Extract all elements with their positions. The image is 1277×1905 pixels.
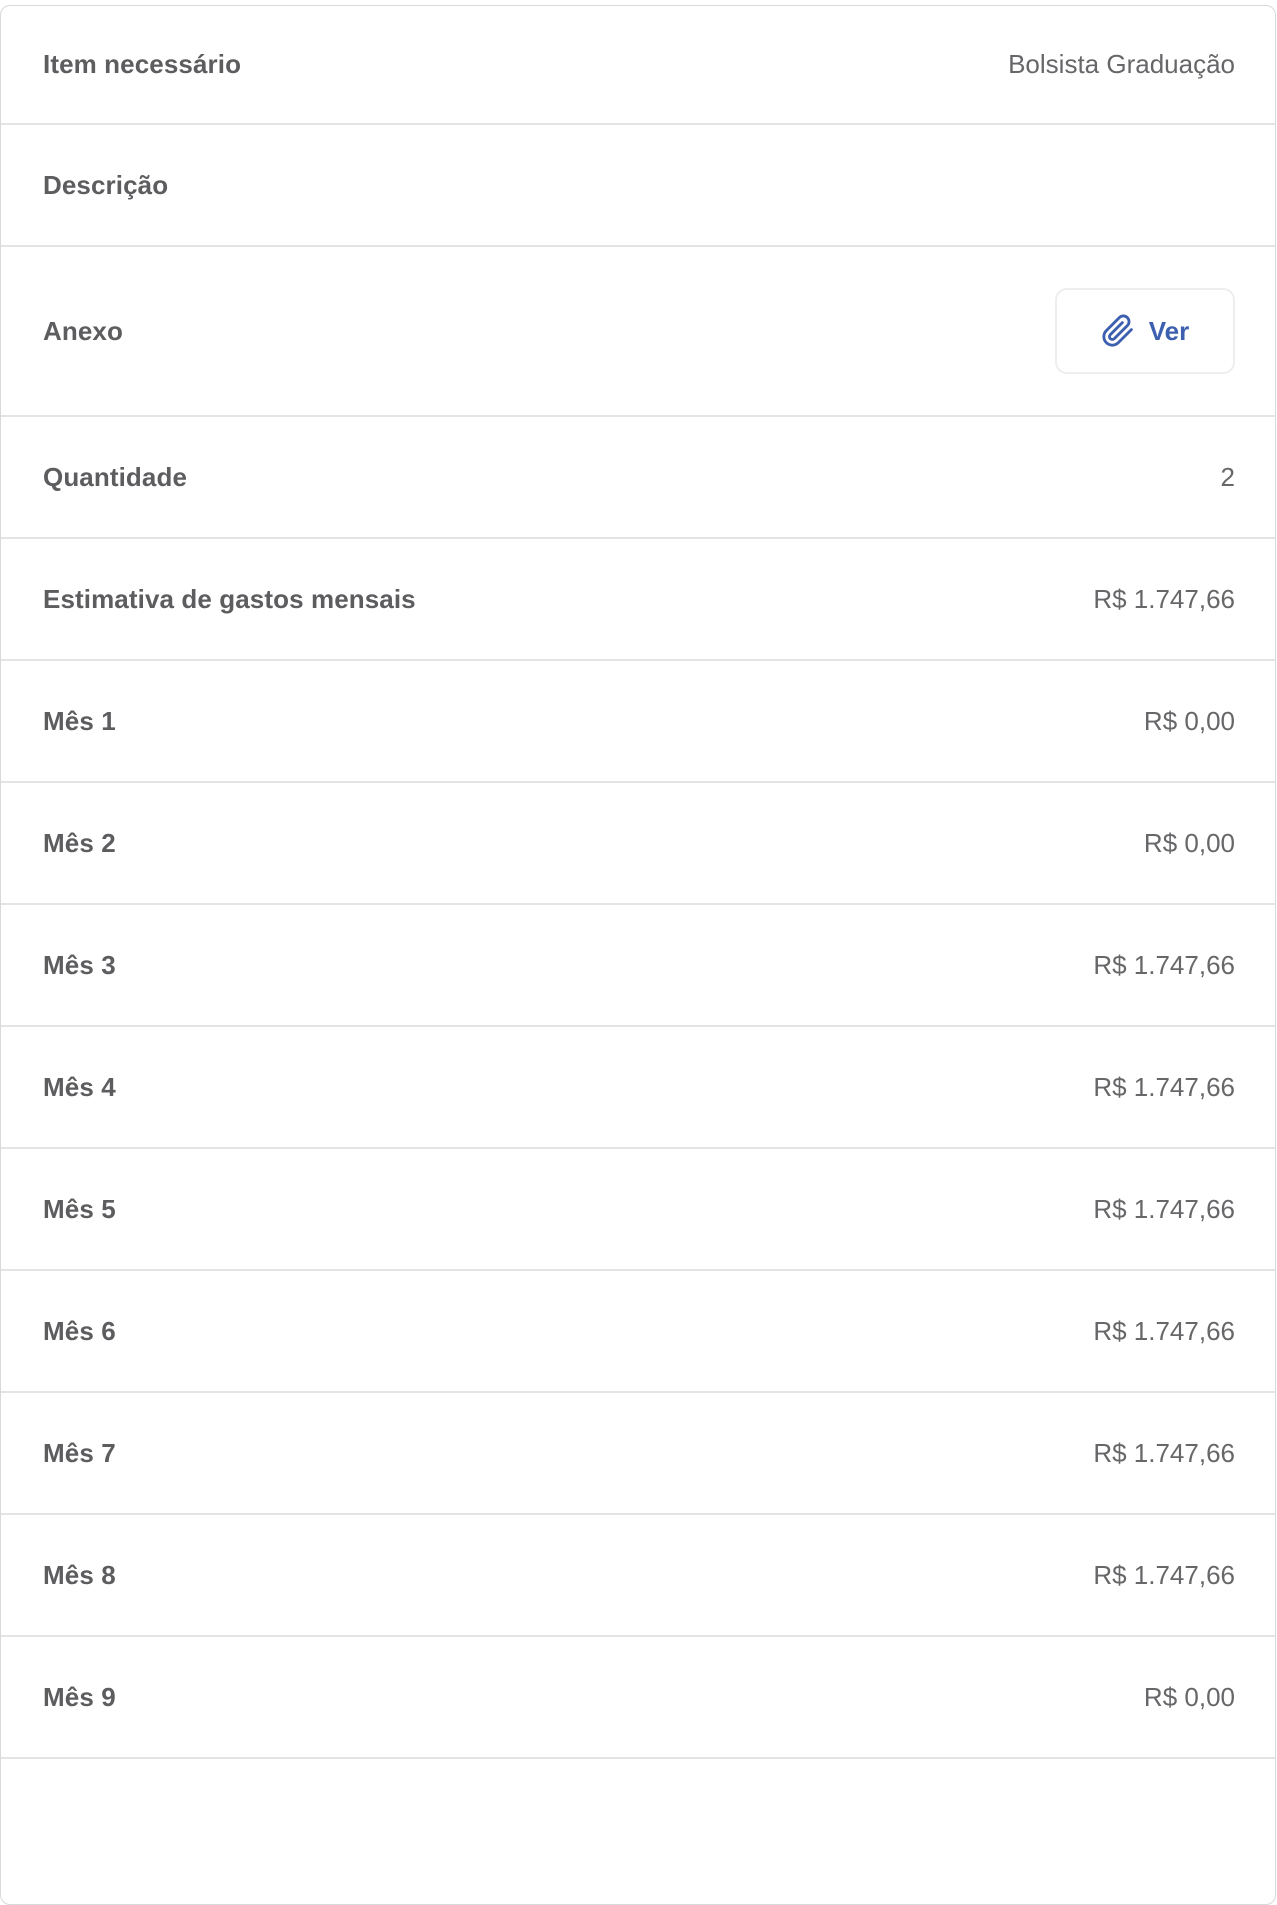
mes-value: R$ 0,00 — [1143, 827, 1235, 858]
mes-value: R$ 1.747,66 — [1093, 1071, 1235, 1102]
row-anexo: Anexo Ver — [1, 247, 1275, 417]
row-mes-2: Mês 2 R$ 0,00 — [1, 783, 1275, 905]
estimativa-value: R$ 1.747,66 — [1093, 583, 1235, 614]
mes-label: Mês 6 — [43, 1315, 116, 1346]
mes-value: R$ 1.747,66 — [1093, 1437, 1235, 1468]
estimativa-label: Estimativa de gastos mensais — [43, 583, 416, 614]
mes-label: Mês 8 — [43, 1559, 116, 1590]
item-necessario-label: Item necessário — [43, 49, 242, 79]
mes-label: Mês 4 — [43, 1071, 116, 1102]
item-necessario-value: Bolsista Graduação — [1008, 49, 1235, 79]
row-mes-4: Mês 4 R$ 1.747,66 — [1, 1027, 1275, 1149]
row-mes-9: Mês 9 R$ 0,00 — [1, 1637, 1275, 1759]
row-item-necessario: Item necessário Bolsista Graduação — [1, 6, 1275, 125]
row-mes-8: Mês 8 R$ 1.747,66 — [1, 1515, 1275, 1637]
ver-attachment-button[interactable]: Ver — [1055, 288, 1235, 374]
descricao-label: Descrição — [43, 169, 169, 200]
mes-value: R$ 1.747,66 — [1093, 949, 1235, 980]
mes-label: Mês 7 — [43, 1437, 116, 1468]
ver-button-label: Ver — [1148, 315, 1190, 346]
mes-value: R$ 0,00 — [1143, 705, 1235, 736]
row-estimativa: Estimativa de gastos mensais R$ 1.747,66 — [1, 539, 1275, 661]
item-details-card: Item necessário Bolsista Graduação Descr… — [0, 5, 1276, 1905]
quantidade-label: Quantidade — [43, 461, 188, 492]
mes-label: Mês 3 — [43, 949, 116, 980]
row-mes-3: Mês 3 R$ 1.747,66 — [1, 905, 1275, 1027]
mes-label: Mês 1 — [43, 705, 116, 736]
mes-label: Mês 5 — [43, 1193, 116, 1224]
quantidade-value: 2 — [1220, 461, 1235, 492]
mes-label: Mês 9 — [43, 1681, 116, 1712]
mes-label: Mês 2 — [43, 827, 116, 858]
row-descricao: Descrição — [1, 125, 1275, 247]
row-mes-6: Mês 6 R$ 1.747,66 — [1, 1271, 1275, 1393]
row-mes-5: Mês 5 R$ 1.747,66 — [1, 1149, 1275, 1271]
anexo-label: Anexo — [43, 315, 123, 346]
row-quantidade: Quantidade 2 — [1, 417, 1275, 539]
paperclip-icon — [1101, 314, 1135, 348]
row-mes-1: Mês 1 R$ 0,00 — [1, 661, 1275, 783]
mes-value: R$ 0,00 — [1143, 1681, 1235, 1712]
row-mes-7: Mês 7 R$ 1.747,66 — [1, 1393, 1275, 1515]
mes-value: R$ 1.747,66 — [1093, 1193, 1235, 1224]
mes-value: R$ 1.747,66 — [1093, 1559, 1235, 1590]
mes-value: R$ 1.747,66 — [1093, 1315, 1235, 1346]
